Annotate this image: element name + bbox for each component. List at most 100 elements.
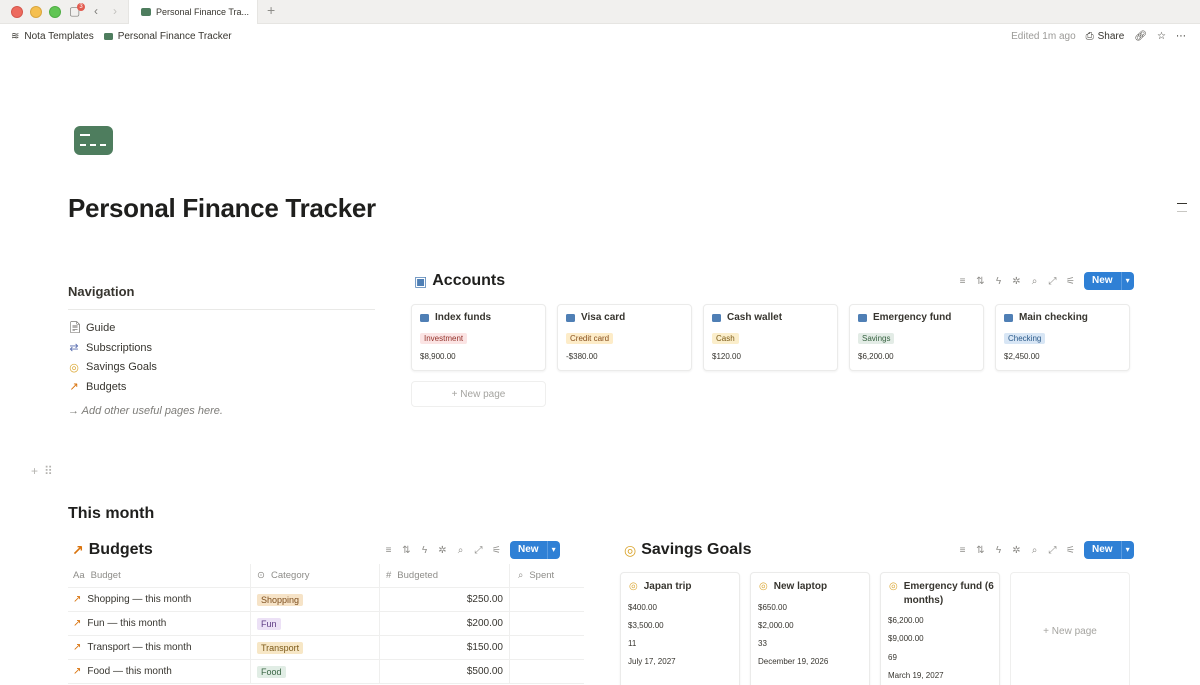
account-name: Cash wallet: [727, 312, 783, 323]
account-type-tag: Savings: [858, 333, 895, 344]
chevron-down-icon[interactable]: ▾: [1122, 541, 1134, 559]
new-tab-icon[interactable]: +: [267, 2, 275, 18]
account-card[interactable]: Main checking Checking $2,450.00: [995, 304, 1130, 371]
column-label: Budget: [90, 570, 121, 581]
ai-icon[interactable]: ✲: [438, 545, 447, 556]
automation-icon[interactable]: ϟ: [420, 545, 429, 556]
breadcrumb-workspace-label: Nota Templates: [24, 31, 94, 42]
table-row[interactable]: ↗ Food — this month Food $500.00: [68, 660, 584, 684]
search-icon[interactable]: ⌕: [1030, 545, 1039, 556]
chart-trend-icon: ↗: [72, 541, 84, 558]
page-title[interactable]: Personal Finance Tracker: [68, 193, 376, 224]
account-name: Visa card: [581, 312, 626, 323]
savings-goals-title[interactable]: ◎ Savings Goals: [624, 541, 751, 559]
account-card[interactable]: Index funds Investment $8,900.00: [411, 304, 546, 371]
automation-icon[interactable]: ϟ: [994, 545, 1003, 556]
column-header-budgeted[interactable]: # Budgeted: [380, 564, 510, 587]
target-icon: ◎: [889, 581, 898, 592]
ai-icon[interactable]: ✲: [1012, 545, 1021, 556]
expand-icon[interactable]: ⤢: [474, 545, 483, 556]
savings-goals-title-label: Savings Goals: [641, 541, 752, 558]
accounts-new-button[interactable]: New ▾: [1084, 272, 1134, 290]
window-titlebar: ▢ 3 ‹ › Personal Finance Tra... +: [0, 0, 1200, 24]
goal-card[interactable]: ◎ New laptop $650.00 $2,000.00 33 Decembe…: [750, 572, 870, 685]
stack-icon: ≋: [11, 31, 20, 42]
zoom-window-button[interactable]: [49, 6, 61, 18]
drag-handle-icon[interactable]: ⠿: [44, 464, 53, 478]
goal-number: 33: [758, 639, 767, 648]
budgets-title[interactable]: ↗ Budgets: [72, 541, 153, 559]
settings-icon[interactable]: ⚟: [1066, 545, 1075, 556]
close-window-button[interactable]: [11, 6, 23, 18]
accounts-title[interactable]: ▣ Accounts: [414, 272, 505, 290]
share-label: Share: [1097, 31, 1125, 42]
automation-icon[interactable]: ϟ: [994, 276, 1003, 287]
breadcrumb-workspace[interactable]: ≋ Nota Templates: [11, 31, 94, 42]
spent-cell[interactable]: [510, 636, 584, 659]
account-balance: -$380.00: [566, 352, 598, 361]
account-card[interactable]: Visa card Credit card -$380.00: [557, 304, 692, 371]
column-header-category[interactable]: ⊙ Category: [251, 564, 380, 587]
minimize-window-button[interactable]: [30, 6, 42, 18]
table-of-contents-indicator[interactable]: [1177, 203, 1187, 219]
search-icon[interactable]: ⌕: [456, 545, 465, 556]
savings-goals-new-button[interactable]: New ▾: [1084, 541, 1134, 559]
settings-icon[interactable]: ⚟: [492, 545, 501, 556]
share-button[interactable]: ⎙ Share: [1086, 31, 1125, 42]
nav-item-budgets[interactable]: ↗ Budgets: [68, 377, 157, 397]
forward-icon[interactable]: ›: [113, 4, 117, 18]
spent-cell[interactable]: [510, 660, 584, 683]
accounts-new-page-button[interactable]: + New page: [411, 381, 546, 407]
new-label: New: [1084, 272, 1122, 290]
goal-card[interactable]: ◎ Japan trip $400.00 $3,500.00 11 July 17…: [620, 572, 740, 685]
nav-item-guide[interactable]: 📄︎ Guide: [68, 318, 157, 338]
block-handle[interactable]: + ⠿: [31, 464, 53, 478]
back-icon[interactable]: ‹: [94, 4, 98, 18]
account-balance: $6,200.00: [858, 352, 894, 361]
accounts-icon: ▣: [414, 272, 428, 289]
expand-icon[interactable]: ⤢: [1048, 545, 1057, 556]
add-block-icon[interactable]: +: [31, 464, 38, 478]
tab-personal-finance[interactable]: Personal Finance Tra...: [128, 0, 258, 24]
expand-icon[interactable]: ⤢: [1048, 276, 1057, 287]
table-row[interactable]: ↗ Transport — this month Transport $150.0…: [68, 636, 584, 660]
table-row[interactable]: ↗ Fun — this month Fun $200.00: [68, 612, 584, 636]
goal-saved: $400.00: [628, 603, 657, 612]
target-icon: ◎: [759, 581, 768, 592]
nav-item-savings-goals[interactable]: ◎ Savings Goals: [68, 357, 157, 377]
breadcrumb-page[interactable]: Personal Finance Tracker: [103, 31, 232, 42]
budget-name: Food — this month: [87, 666, 172, 677]
column-header-budget[interactable]: Aa Budget: [68, 564, 251, 587]
plus-icon: +: [451, 389, 458, 400]
more-icon[interactable]: ⋯: [1176, 31, 1186, 42]
goal-card[interactable]: ◎ Emergency fund (6 months) $6,200.00 $9,…: [880, 572, 1000, 685]
account-card[interactable]: Cash wallet Cash $120.00: [703, 304, 838, 371]
sort-icon[interactable]: ⇅: [976, 545, 985, 556]
spent-cell[interactable]: [510, 588, 584, 611]
chevron-down-icon[interactable]: ▾: [1122, 272, 1134, 290]
search-icon[interactable]: ⌕: [1030, 276, 1039, 287]
table-row[interactable]: ↗ Shopping — this month Shopping $250.00: [68, 588, 584, 612]
filter-icon[interactable]: ≡: [958, 545, 967, 556]
budget-name: Shopping — this month: [87, 594, 192, 605]
savings-goals-new-page-button[interactable]: + New page: [1010, 572, 1130, 685]
chevron-down-icon[interactable]: ▾: [548, 541, 560, 559]
spent-cell[interactable]: [510, 612, 584, 635]
column-header-spent[interactable]: ⌕ Spent: [510, 564, 584, 587]
sort-icon[interactable]: ⇅: [402, 545, 411, 556]
link-icon[interactable]: 🔗︎: [1134, 31, 1147, 42]
star-icon[interactable]: ☆: [1157, 31, 1166, 42]
filter-icon[interactable]: ≡: [384, 545, 393, 556]
filter-icon[interactable]: ≡: [958, 276, 967, 287]
page-icon-card[interactable]: [74, 126, 113, 155]
goal-target: $3,500.00: [628, 621, 664, 630]
card-icon: [103, 33, 113, 40]
budgets-new-button[interactable]: New ▾: [510, 541, 560, 559]
notification-badge: 3: [77, 3, 85, 11]
ai-icon[interactable]: ✲: [1012, 276, 1021, 287]
nav-item-subscriptions[interactable]: ⇄ Subscriptions: [68, 338, 157, 358]
edited-status: Edited 1m ago: [1011, 31, 1076, 42]
settings-icon[interactable]: ⚟: [1066, 276, 1075, 287]
account-card[interactable]: Emergency fund Savings $6,200.00: [849, 304, 984, 371]
sort-icon[interactable]: ⇅: [976, 276, 985, 287]
